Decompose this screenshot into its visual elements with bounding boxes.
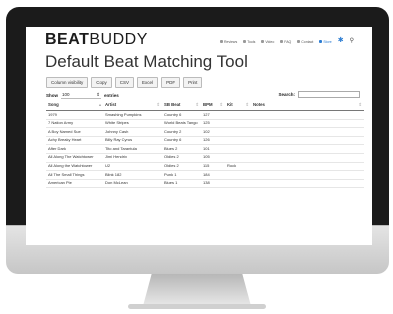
monitor-chin [6, 225, 389, 274]
monitor-base [128, 304, 266, 309]
monitor-bezel [6, 7, 389, 225]
monitor-stand [143, 274, 251, 306]
monitor [6, 7, 389, 274]
